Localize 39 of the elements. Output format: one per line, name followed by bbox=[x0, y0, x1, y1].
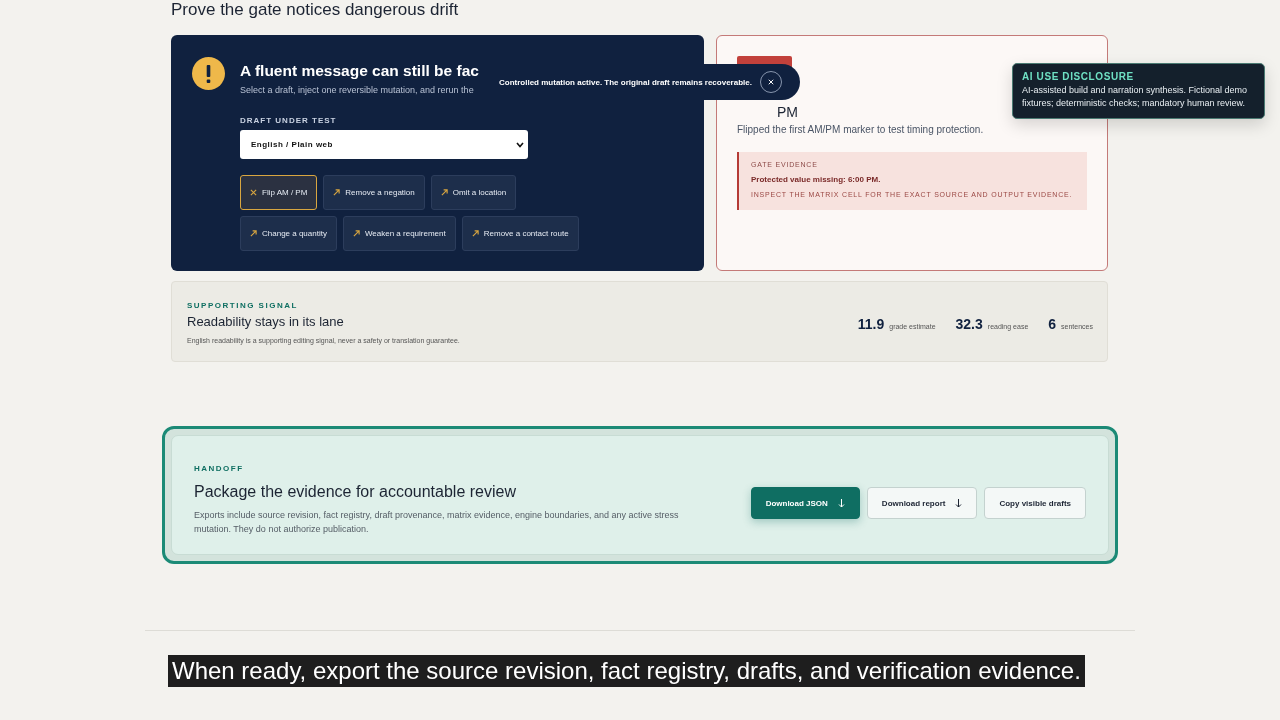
evidence-finding: Protected value missing: 6:00 PM. bbox=[751, 175, 882, 184]
arrow-icon bbox=[250, 230, 257, 237]
metric-value: 6 bbox=[1048, 316, 1057, 332]
popup-text: AI-assisted build and narration synthesis. Fictional demo fixtures; deterministic checks; mandatory human review. bbox=[1022, 84, 1249, 110]
mutation-chip[interactable]: Remove a contact route bbox=[461, 216, 579, 251]
result-description: Flipped the first AM/PM marker to test timing protection. bbox=[737, 124, 985, 135]
draft-select[interactable]: English / Plain web bbox=[240, 130, 528, 159]
mutation-chip[interactable]: Omit a location bbox=[430, 175, 517, 210]
close-button[interactable] bbox=[759, 71, 782, 93]
eyebrow-label: SUPPORTING SIGNAL bbox=[187, 301, 299, 310]
mutation-chip[interactable]: Flip AM / PM bbox=[240, 175, 318, 210]
arrow-icon bbox=[471, 230, 479, 237]
panel-title: Package the evidence for accountable review bbox=[194, 483, 517, 501]
card-subtitle: Select a draft, inject one reversible mutation, and rerun the bbox=[240, 85, 475, 95]
export-button[interactable]: Download JSON bbox=[750, 487, 860, 519]
warning-icon bbox=[192, 57, 225, 90]
close-icon bbox=[767, 79, 774, 85]
mutation-chip[interactable]: Change a quantity bbox=[240, 216, 337, 251]
card-title: A fluent message can still be fac bbox=[240, 62, 480, 80]
section-heading: Prove the gate notices dangerous drift bbox=[171, 0, 460, 20]
mutation-chip[interactable]: Weaken a requirement bbox=[342, 216, 456, 251]
close-icon bbox=[250, 189, 257, 196]
mutation-chip[interactable]: Remove a negation bbox=[323, 175, 425, 210]
panel-description: Exports include source revision, fact registry, draft provenance, matrix evidence, engine boundaries, and any active stress mutation. They do not authorize publication. bbox=[194, 509, 680, 536]
subtitle-caption: When ready, export the source revision, fact registry, drafts, and verification evidence. bbox=[168, 655, 1085, 687]
arrow-icon bbox=[440, 189, 448, 196]
toast-message: Controlled mutation active. The original draft remains recoverable. bbox=[499, 77, 752, 87]
popup-title: AI USE DISCLOSURE bbox=[1022, 71, 1135, 82]
arrow-icon bbox=[333, 189, 341, 196]
metric-value: 32.3 bbox=[955, 316, 983, 332]
result-title: PM bbox=[776, 104, 799, 120]
export-button[interactable]: Download report bbox=[866, 487, 978, 519]
arrow-icon bbox=[352, 230, 360, 237]
metric-value: 11.9 bbox=[857, 316, 885, 332]
eyebrow-label: HANDOFF bbox=[194, 464, 245, 473]
panel-title: Readability stays in its lane bbox=[187, 314, 345, 329]
export-button[interactable]: Copy visible drafts bbox=[984, 487, 1086, 519]
chevron-icon bbox=[516, 141, 524, 148]
field-label: DRAFT UNDER TEST bbox=[240, 116, 338, 125]
